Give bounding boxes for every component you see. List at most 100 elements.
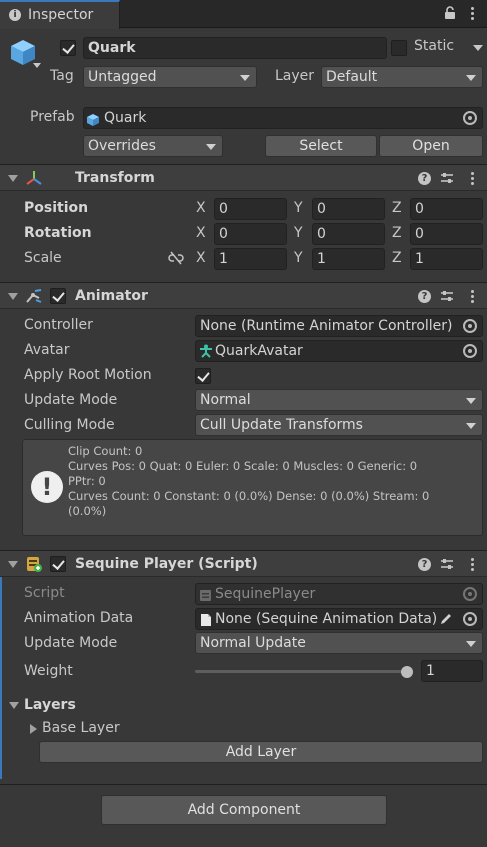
tab-inspector[interactable]: i Inspector xyxy=(0,0,120,29)
presets-icon[interactable] xyxy=(440,171,454,189)
prefab-icon xyxy=(87,112,99,128)
culling-mode-dropdown[interactable]: Cull Update Transforms xyxy=(195,414,483,436)
animator-enabled-checkbox[interactable] xyxy=(50,288,66,304)
pencil-icon[interactable] xyxy=(439,612,453,629)
sequine-update-mode-dropdown[interactable]: Normal Update xyxy=(195,632,483,654)
position-z-field[interactable]: 0 xyxy=(410,198,483,220)
scale-z-field[interactable]: 1 xyxy=(410,248,483,270)
axis-y-label[interactable]: Y xyxy=(294,225,303,241)
apply-root-motion-checkbox[interactable] xyxy=(195,368,211,384)
object-picker-icon[interactable] xyxy=(463,612,477,626)
axis-z-label[interactable]: Z xyxy=(392,250,402,266)
animation-data-field[interactable]: None (Sequine Animation Data) xyxy=(195,608,483,630)
animator-info-box: ! Clip Count: 0 Curves Pos: 0 Quat: 0 Eu… xyxy=(22,439,483,536)
rotation-x-field[interactable]: 0 xyxy=(214,223,287,245)
chevron-down-icon xyxy=(466,398,476,404)
add-component-button[interactable]: Add Component xyxy=(101,795,387,825)
scale-label: Scale xyxy=(24,250,62,266)
scale-x-field[interactable]: 1 xyxy=(214,248,287,270)
presets-icon[interactable] xyxy=(440,557,454,575)
weight-slider-thumb[interactable] xyxy=(401,666,413,678)
weight-label: Weight xyxy=(24,663,73,679)
foldout-arrow-icon[interactable] xyxy=(8,293,18,300)
prefab-field[interactable]: Quark xyxy=(83,107,483,129)
tab-title: Inspector xyxy=(28,7,94,23)
axis-x-label[interactable]: X xyxy=(196,225,206,241)
rotation-label: Rotation xyxy=(24,225,92,241)
position-y-field[interactable]: 0 xyxy=(312,198,385,220)
axis-z-label[interactable]: Z xyxy=(392,200,402,216)
component-menu-icon[interactable] xyxy=(471,558,475,573)
unlinked-constraint-icon[interactable] xyxy=(168,251,184,269)
gameobject-name-field[interactable]: Quark xyxy=(83,37,387,59)
chevron-down-icon xyxy=(206,144,216,150)
lock-icon[interactable] xyxy=(444,6,456,20)
component-menu-icon[interactable] xyxy=(471,172,475,187)
help-icon[interactable]: ? xyxy=(418,172,431,185)
info-line: PPtr: 0 xyxy=(68,474,106,488)
weight-field[interactable]: 1 xyxy=(421,660,483,682)
animation-data-label: Animation Data xyxy=(24,610,134,626)
transform-header[interactable]: Transform ? xyxy=(0,164,487,191)
chevron-down-icon xyxy=(466,423,476,429)
culling-mode-label: Culling Mode xyxy=(24,417,115,433)
layers-label[interactable]: Layers xyxy=(24,697,76,713)
help-icon[interactable]: ? xyxy=(418,290,431,303)
update-mode-dropdown[interactable]: Normal xyxy=(195,389,483,411)
axis-y-label[interactable]: Y xyxy=(294,200,303,216)
tab-menu-icon[interactable] xyxy=(471,7,475,22)
prefab-value: Quark xyxy=(104,110,147,126)
info-line: (0.0%) xyxy=(68,504,107,518)
chevron-down-icon xyxy=(466,641,476,647)
open-button[interactable]: Open xyxy=(379,135,483,157)
culling-mode-value: Cull Update Transforms xyxy=(200,417,363,433)
animator-info-text: Clip Count: 0 Curves Pos: 0 Quat: 0 Eule… xyxy=(68,444,478,519)
base-layer-label[interactable]: Base Layer xyxy=(42,720,120,736)
chevron-down-icon[interactable] xyxy=(473,45,483,51)
controller-value: None (Runtime Animator Controller) xyxy=(200,318,453,334)
select-button[interactable]: Select xyxy=(265,135,377,157)
sequine-title: Sequine Player (Script) xyxy=(75,556,258,572)
scale-y-field[interactable]: 1 xyxy=(312,248,385,270)
axis-y-label[interactable]: Y xyxy=(294,250,303,266)
axis-x-label[interactable]: X xyxy=(196,250,206,266)
component-menu-icon[interactable] xyxy=(471,290,475,305)
prefab-label: Prefab xyxy=(30,109,75,125)
presets-icon[interactable] xyxy=(440,289,454,307)
weight-slider-track[interactable] xyxy=(195,670,413,673)
active-checkbox[interactable] xyxy=(60,40,76,56)
overrides-dropdown[interactable]: Overrides xyxy=(83,135,223,157)
avatar-field[interactable]: QuarkAvatar xyxy=(195,340,483,362)
tag-dropdown[interactable]: Untagged xyxy=(83,66,257,88)
foldout-arrow-icon[interactable] xyxy=(30,724,37,734)
foldout-arrow-icon[interactable] xyxy=(8,175,18,182)
help-icon[interactable]: ? xyxy=(418,558,431,571)
sequine-update-mode-label: Update Mode xyxy=(24,635,118,651)
object-picker-icon[interactable] xyxy=(463,344,477,358)
rotation-y-field[interactable]: 0 xyxy=(312,223,385,245)
rotation-z-field[interactable]: 0 xyxy=(410,223,483,245)
object-picker-icon[interactable] xyxy=(463,111,477,125)
foldout-arrow-icon[interactable] xyxy=(8,561,18,568)
foldout-arrow-icon[interactable] xyxy=(9,702,19,709)
info-icon: ! xyxy=(31,471,63,503)
info-icon: i xyxy=(9,9,21,21)
file-icon xyxy=(200,613,212,629)
animator-title: Animator xyxy=(75,288,148,304)
script-field: SequinePlayer xyxy=(195,583,483,605)
position-x-field[interactable]: 0 xyxy=(214,198,287,220)
chevron-down-icon[interactable] xyxy=(33,63,41,68)
add-layer-button[interactable]: Add Layer xyxy=(39,741,483,763)
object-picker-icon[interactable] xyxy=(463,319,477,333)
controller-field[interactable]: None (Runtime Animator Controller) xyxy=(195,315,483,337)
tag-value: Untagged xyxy=(88,69,157,85)
static-checkbox[interactable] xyxy=(391,40,407,56)
axis-x-label[interactable]: X xyxy=(196,200,206,216)
animator-header[interactable]: Animator ? xyxy=(0,282,487,309)
object-picker-icon xyxy=(463,587,477,601)
axis-z-label[interactable]: Z xyxy=(392,225,402,241)
sequine-header[interactable]: Sequine Player (Script) ? xyxy=(0,550,487,577)
layer-dropdown[interactable]: Default xyxy=(321,66,483,88)
sequine-enabled-checkbox[interactable] xyxy=(50,556,66,572)
chevron-down-icon xyxy=(240,75,250,81)
